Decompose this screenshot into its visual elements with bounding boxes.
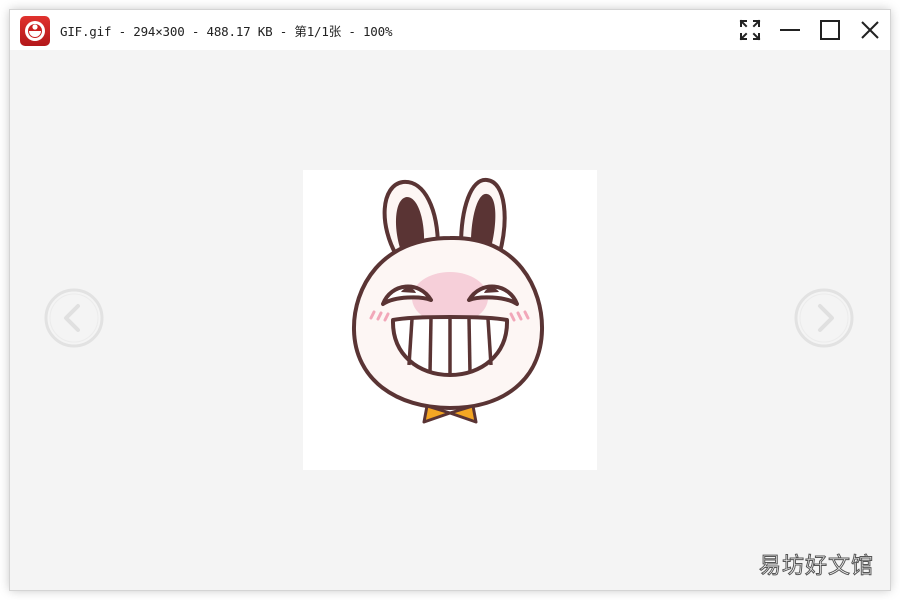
chevron-left-icon xyxy=(44,288,104,348)
fullscreen-button[interactable] xyxy=(735,15,765,45)
chevron-right-icon xyxy=(794,288,854,348)
previous-image-button[interactable] xyxy=(44,288,104,348)
window-title: GIF.gif - 294×300 - 488.17 KB - 第1/1张 - … xyxy=(60,24,393,39)
maximize-icon xyxy=(820,20,840,40)
close-button[interactable] xyxy=(855,15,885,45)
image-viewer-window: GIF.gif - 294×300 - 488.17 KB - 第1/1张 - … xyxy=(10,10,890,590)
maximize-button[interactable] xyxy=(815,15,845,45)
displayed-image xyxy=(303,170,597,470)
close-icon xyxy=(861,21,879,39)
title-bar[interactable]: GIF.gif - 294×300 - 488.17 KB - 第1/1张 - … xyxy=(10,10,890,50)
minimize-button[interactable] xyxy=(775,15,805,45)
rabbit-grin-sticker xyxy=(351,177,545,424)
fullscreen-icon xyxy=(739,19,761,41)
watermark-text: 易坊好文馆 xyxy=(758,554,874,580)
image-canvas[interactable]: 易坊好文馆 xyxy=(10,50,890,590)
photo-viewer-app-icon[interactable] xyxy=(20,16,50,46)
next-image-button[interactable] xyxy=(794,288,854,348)
minimize-icon xyxy=(780,29,800,31)
